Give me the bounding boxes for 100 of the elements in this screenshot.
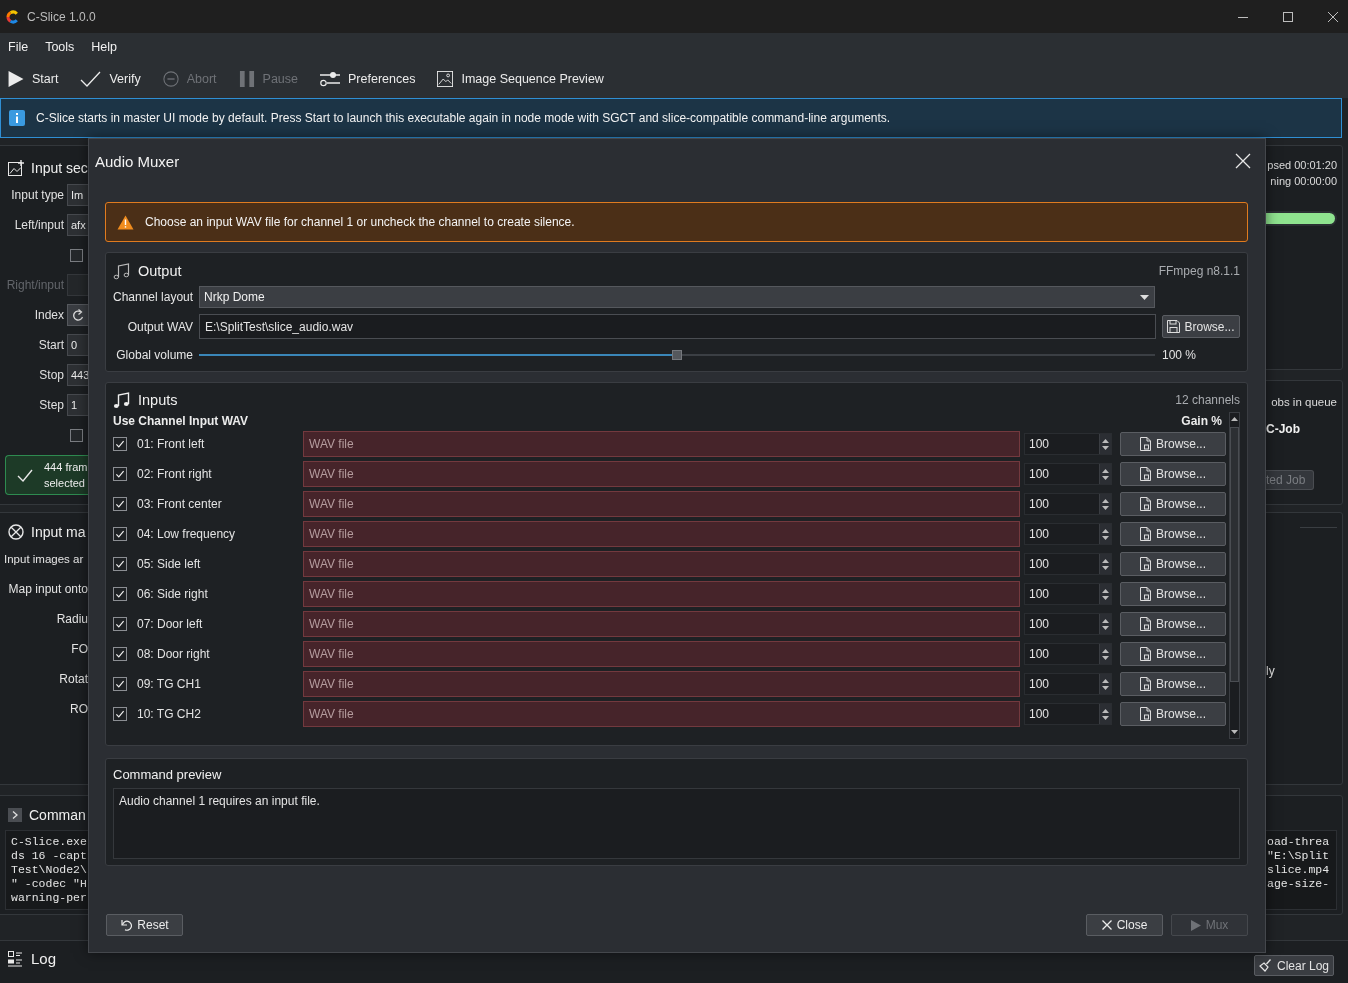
checkbox[interactable] (113, 527, 127, 541)
text-field[interactable]: E:\SplitTest\slice_audio.wav (199, 314, 1156, 339)
version-label: FFmpeg n8.1.1 (1158, 264, 1240, 278)
browse-button[interactable]: Browse... (1120, 432, 1226, 456)
dialog-button[interactable]: Close (1086, 914, 1163, 936)
gain-spinbox[interactable]: 100 (1024, 433, 1112, 455)
checkmark-icon (115, 710, 125, 718)
text-field[interactable]: 0 (67, 334, 88, 356)
toolbar-button[interactable]: Preferences (309, 64, 427, 94)
slider-thumb[interactable] (672, 350, 682, 360)
checkmark-icon (17, 468, 33, 482)
field-label: Right/input (5, 278, 64, 292)
music-notes-icon (113, 391, 130, 409)
browse-button[interactable]: Browse... (1120, 702, 1226, 726)
dialog-button[interactable]: Reset (106, 914, 183, 936)
file-field[interactable]: WAV file (303, 671, 1020, 697)
checkbox[interactable] (113, 557, 127, 571)
file-icon (1140, 557, 1151, 571)
file-icon (1140, 587, 1151, 601)
checkmark-icon (115, 680, 125, 688)
browse-button[interactable]: Browse... (1162, 315, 1240, 338)
elapsed-time: psed 00:01:20 (1266, 158, 1337, 173)
close-icon[interactable] (1328, 11, 1338, 22)
app-logo-icon (6, 9, 20, 24)
field-label: Radiu (55, 612, 88, 626)
toolbar-button[interactable]: Image Sequence Preview (426, 64, 615, 94)
group-title: Output (138, 263, 183, 279)
undo-icon (120, 919, 133, 931)
browse-button[interactable]: Browse... (1120, 522, 1226, 546)
field-label: Global volume (115, 348, 193, 362)
file-field[interactable]: WAV file (303, 491, 1020, 517)
browse-button[interactable]: Browse... (1120, 642, 1226, 666)
file-field[interactable]: WAV file (303, 551, 1020, 577)
checkmark-icon (115, 470, 125, 478)
channel-label: 04: Low frequency (137, 527, 237, 541)
menu-item[interactable]: Tools (38, 35, 82, 58)
text-field[interactable]: 443 (67, 364, 88, 386)
checkbox[interactable] (113, 587, 127, 601)
checkmark-icon (115, 560, 125, 568)
caret-down-icon (1102, 655, 1109, 660)
text-field[interactable]: Im (67, 184, 88, 206)
remaining-time: ning 00:00:00 (1269, 174, 1337, 189)
checkbox[interactable] (113, 647, 127, 661)
file-field[interactable]: WAV file (303, 521, 1020, 547)
menu-item[interactable]: Help (84, 35, 125, 58)
file-field[interactable]: WAV file (303, 701, 1020, 727)
gain-spinbox[interactable]: 100 (1024, 643, 1112, 665)
minus-circle-icon (162, 71, 179, 87)
file-field[interactable]: WAV file (303, 461, 1020, 487)
gain-spinbox[interactable]: 100 (1024, 493, 1112, 515)
menu-item[interactable]: File (1, 35, 36, 58)
dropdown[interactable]: Nrkp Dome (199, 286, 1155, 308)
toolbar-button[interactable]: Start (0, 64, 70, 94)
checkbox[interactable] (70, 248, 83, 262)
text-field[interactable]: afx (67, 214, 88, 236)
checkbox[interactable] (113, 467, 127, 481)
file-field[interactable]: WAV file (303, 431, 1020, 457)
file-field[interactable]: WAV file (303, 581, 1020, 607)
gain-spinbox[interactable]: 100 (1024, 703, 1112, 725)
browse-button[interactable]: Browse... (1120, 552, 1226, 576)
checkbox[interactable] (113, 677, 127, 691)
caret-up-icon (1102, 558, 1109, 563)
caret-down-icon (1102, 445, 1109, 450)
gain-spinbox[interactable]: 100 (1024, 583, 1112, 605)
browse-button[interactable]: Browse... (1120, 612, 1226, 636)
maximize-icon[interactable] (1283, 11, 1293, 22)
field-label: Channel layout (113, 290, 193, 304)
info-message: C-Slice starts in master UI mode by default. Press Start to launch this executable again in node mode with SGCT and slice-compatible command-line arguments. (36, 111, 891, 125)
field-label: Rotat (58, 672, 88, 686)
caret-down-icon (1102, 625, 1109, 630)
gain-spinbox[interactable]: 100 (1024, 523, 1112, 545)
toolbar-button[interactable]: Verify (69, 64, 152, 94)
file-field[interactable]: WAV file (303, 611, 1020, 637)
field-label: Map input onto (7, 582, 88, 596)
file-icon (1140, 677, 1151, 691)
clear-log-button[interactable]: Clear Log (1254, 955, 1334, 976)
checkbox[interactable] (113, 707, 127, 721)
checkbox[interactable] (113, 617, 127, 631)
file-field[interactable]: WAV file (303, 641, 1020, 667)
browse-button[interactable]: Browse... (1120, 492, 1226, 516)
file-icon (1140, 497, 1151, 511)
text-field[interactable]: 1 (67, 394, 88, 416)
browse-button[interactable]: Browse... (1120, 672, 1226, 696)
save-icon (1167, 320, 1181, 333)
group-title: Inputs (138, 392, 179, 408)
icon-button[interactable] (67, 304, 88, 326)
checkbox[interactable] (70, 428, 83, 442)
scrollbar[interactable] (1229, 412, 1240, 739)
checkbox[interactable] (113, 497, 127, 511)
checkbox[interactable] (113, 437, 127, 451)
gain-spinbox[interactable]: 100 (1024, 613, 1112, 635)
browse-button[interactable]: Browse... (1120, 462, 1226, 486)
browse-button[interactable]: Browse... (1120, 582, 1226, 606)
channel-label: 01: Front left (137, 437, 206, 451)
gain-spinbox[interactable]: 100 (1024, 553, 1112, 575)
group-title: Command preview (113, 767, 223, 783)
panel-title: Comman (29, 806, 86, 823)
gain-spinbox[interactable]: 100 (1024, 463, 1112, 485)
scrollbar-thumb[interactable] (1230, 427, 1239, 682)
gain-spinbox[interactable]: 100 (1024, 673, 1112, 695)
